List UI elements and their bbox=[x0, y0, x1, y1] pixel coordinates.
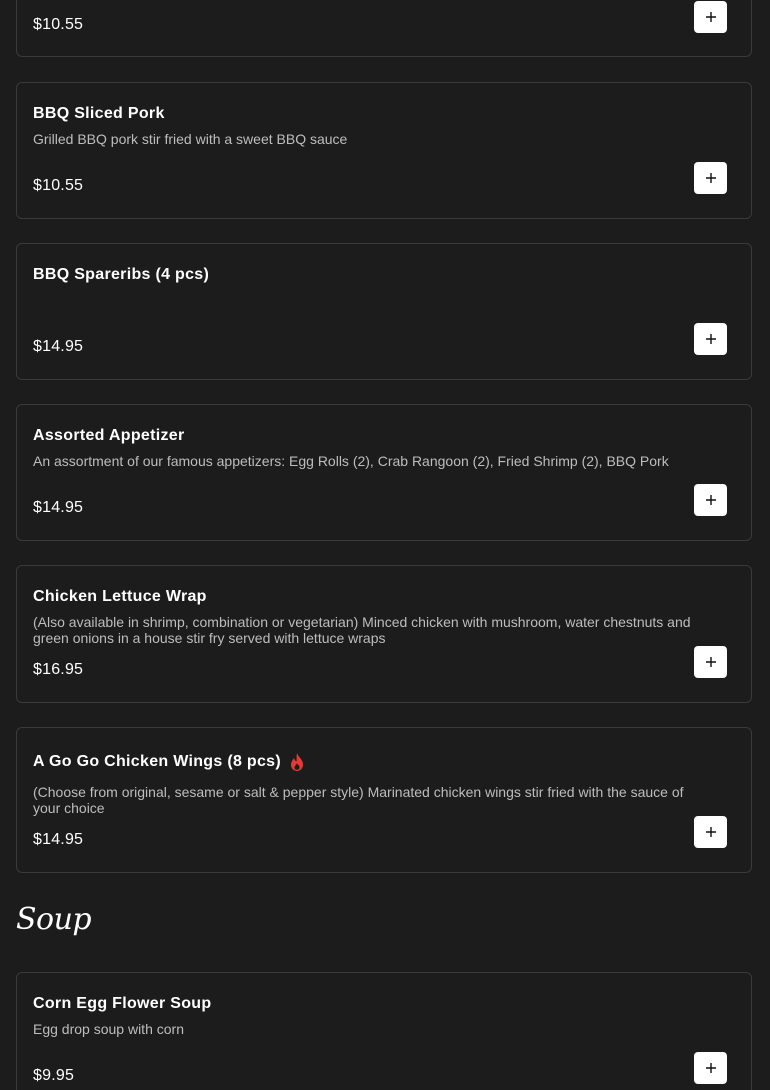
item-name: BBQ Sliced Pork bbox=[33, 105, 165, 122]
add-to-cart-button[interactable] bbox=[694, 484, 727, 516]
item-price: $14.95 bbox=[33, 831, 84, 848]
add-to-cart-button[interactable] bbox=[694, 162, 727, 194]
item-title: Chicken Lettuce Wrap bbox=[33, 588, 207, 606]
item-name: A Go Go Chicken Wings (8 pcs) bbox=[33, 753, 281, 770]
item-description: (Choose from original, sesame or salt & … bbox=[33, 784, 684, 816]
plus-icon bbox=[705, 334, 716, 344]
add-to-cart-button[interactable] bbox=[694, 323, 727, 355]
menu-item-card[interactable]: Assorted Appetizer An assortment of our … bbox=[16, 404, 752, 541]
item-price: $14.95 bbox=[33, 338, 84, 355]
item-title: Corn Egg Flower Soup bbox=[33, 995, 211, 1013]
menu-item-card[interactable]: BBQ Spareribs (4 pcs) $14.95 bbox=[16, 243, 752, 380]
menu-page: $10.55 BBQ Sliced Pork Grilled BBQ pork … bbox=[0, 0, 770, 1090]
item-description: An assortment of our famous appetizers: … bbox=[33, 453, 669, 469]
item-price: $10.55 bbox=[33, 16, 84, 33]
plus-icon bbox=[705, 12, 716, 22]
item-name: Corn Egg Flower Soup bbox=[33, 995, 212, 1012]
item-title: BBQ Sliced Pork bbox=[33, 105, 165, 123]
item-price: $14.95 bbox=[33, 499, 84, 516]
add-to-cart-button[interactable] bbox=[694, 1052, 727, 1084]
item-price: $16.95 bbox=[33, 661, 84, 678]
item-title: Assorted Appetizer bbox=[33, 427, 185, 445]
menu-item-card[interactable]: Chicken Lettuce Wrap (Also available in … bbox=[16, 565, 752, 703]
add-to-cart-button[interactable] bbox=[694, 1, 727, 33]
add-to-cart-button[interactable] bbox=[694, 646, 727, 678]
item-price: $10.55 bbox=[33, 177, 84, 194]
plus-icon bbox=[705, 827, 716, 837]
item-name: Chicken Lettuce Wrap bbox=[33, 588, 207, 605]
plus-icon bbox=[705, 1063, 716, 1073]
plus-icon bbox=[705, 495, 716, 505]
item-title: A Go Go Chicken Wings (8 pcs) bbox=[33, 752, 305, 772]
plus-icon bbox=[705, 173, 716, 183]
item-description: (Also available in shrimp, combination o… bbox=[33, 614, 691, 646]
spicy-flame-icon bbox=[291, 753, 303, 771]
menu-item-card[interactable]: A Go Go Chicken Wings (8 pcs) (Choose fr… bbox=[16, 727, 752, 873]
menu-item-card[interactable]: BBQ Sliced Pork Grilled BBQ pork stir fr… bbox=[16, 82, 752, 219]
menu-item-card[interactable]: Corn Egg Flower Soup Egg drop soup with … bbox=[16, 972, 752, 1090]
item-title: BBQ Spareribs (4 pcs) bbox=[33, 266, 209, 284]
add-to-cart-button[interactable] bbox=[694, 816, 727, 848]
section-heading-soup: Soup bbox=[16, 902, 92, 937]
item-description: Grilled BBQ pork stir fried with a sweet… bbox=[33, 131, 348, 147]
item-price: $9.95 bbox=[33, 1067, 75, 1084]
item-description: Egg drop soup with corn bbox=[33, 1021, 184, 1037]
menu-item-card[interactable]: $10.55 bbox=[16, 0, 752, 57]
item-name: BBQ Spareribs (4 pcs) bbox=[33, 266, 210, 283]
item-name: Assorted Appetizer bbox=[33, 427, 185, 444]
plus-icon bbox=[705, 657, 716, 667]
